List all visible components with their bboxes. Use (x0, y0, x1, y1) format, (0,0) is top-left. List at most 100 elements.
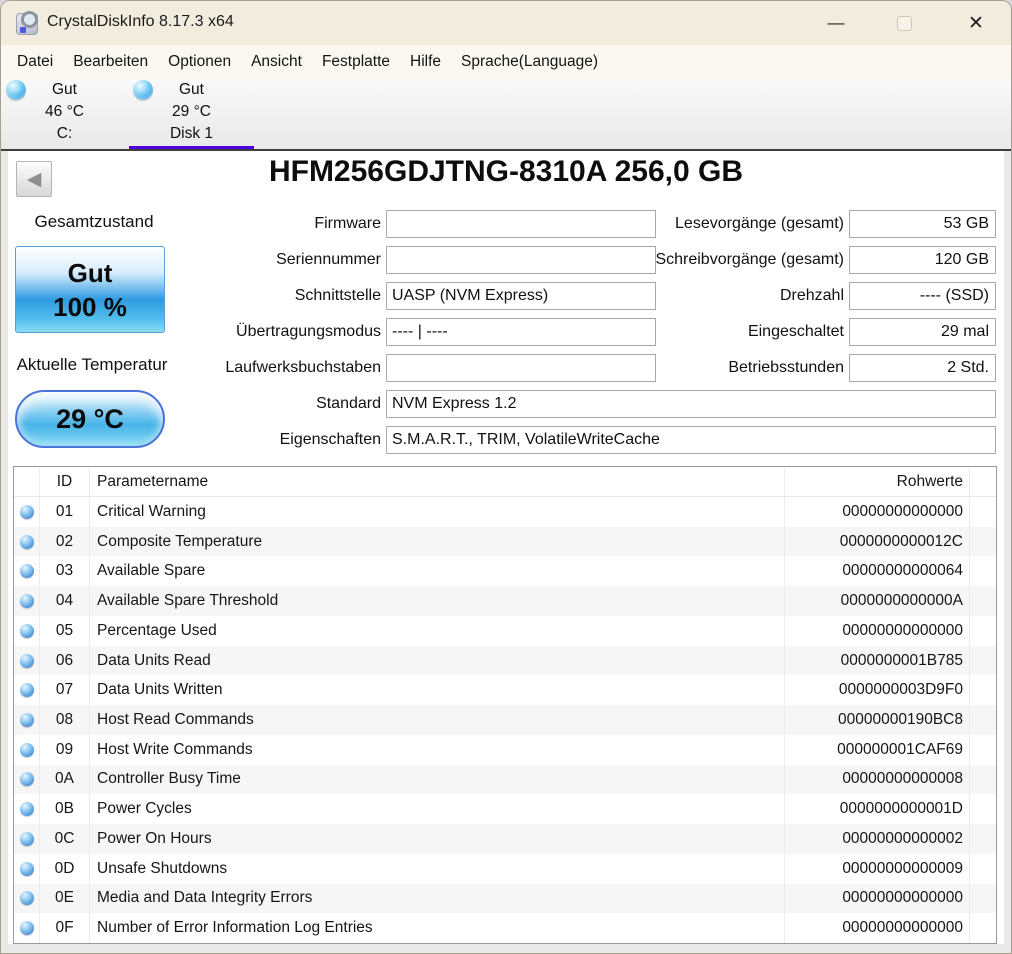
menu-item-bearbeiten[interactable]: Bearbeiten (63, 53, 158, 71)
param-raw: 00000000190BC8 (785, 705, 970, 735)
table-row: 04 Available Spare Threshold 0000000000000… (14, 586, 996, 616)
field-value-box[interactable]: 2 Std. (849, 354, 996, 382)
param-id: 08 (40, 705, 90, 735)
drive-tab-c[interactable]: Gut 46 °C C: (1, 79, 128, 149)
menu-item-ansicht[interactable]: Ansicht (241, 53, 312, 71)
health-orb-icon (133, 80, 153, 100)
field-value-box[interactable]: 29 mal (849, 318, 996, 346)
param-id: 06 (40, 645, 90, 676)
status-cell (14, 615, 40, 646)
status-orb-icon (19, 742, 34, 757)
filler-cell (970, 824, 996, 854)
param-name: Data Units Read (90, 645, 785, 676)
table-row: 0F Number of Error Information Log Entrie… (14, 913, 996, 943)
status-cell (14, 675, 40, 706)
drive-tab-disk1[interactable]: Gut 29 °C Disk 1 (128, 79, 255, 149)
field-value-box[interactable]: NVM Express 1.2 (386, 390, 996, 418)
health-percent-text: 100 % (53, 291, 127, 322)
status-cell (14, 853, 40, 884)
param-name: Percentage Used (90, 615, 785, 646)
status-orb-icon (19, 653, 34, 668)
param-id: 07 (40, 675, 90, 706)
field-label: Übertragungsmodus (236, 323, 381, 340)
field-value-box[interactable]: 53 GB (849, 210, 996, 238)
field-label: Eigenschaften (279, 431, 381, 448)
health-status-text: Gut (67, 257, 113, 288)
temperature-indicator[interactable]: 29 °C (15, 390, 165, 448)
status-orb-icon (19, 802, 34, 817)
filler-cell (970, 794, 996, 824)
menu-item-datei[interactable]: Datei (7, 53, 63, 71)
menu-bar: Datei Bearbeiten Optionen Ansicht Festplatte… (1, 45, 1011, 79)
table-row: 0A Controller Busy Time 00000000000008 (14, 764, 996, 795)
table-row: 0D Unsafe Shutdowns 00000000000009 (14, 853, 996, 884)
param-name: Number of Error Information Log Entries (90, 913, 785, 943)
menu-item-optionen[interactable]: Optionen (158, 53, 241, 71)
field-label: Lesevorgänge (gesamt) (675, 215, 844, 232)
field-value-box[interactable]: ---- (SSD) (849, 282, 996, 310)
table-row: 08 Host Read Commands 00000000190BC8 (14, 705, 996, 735)
crystaldiskinfo-window: CrystalDiskInfo 8.17.3 x64 — ✕ Datei Bear… (0, 0, 1012, 954)
maximize-icon (896, 15, 912, 31)
field-value-box[interactable] (386, 210, 656, 238)
filler-cell (970, 616, 996, 646)
param-raw: 0000000003D9F0 (785, 675, 970, 706)
status-orb-icon (19, 831, 34, 846)
param-raw: 0000000000001D (785, 794, 970, 825)
field-label: Schnittstelle (294, 287, 381, 304)
param-id: 01 (40, 497, 90, 527)
status-cell (14, 913, 40, 943)
param-id: 04 (40, 586, 90, 616)
table-row: 0E Media and Data Integrity Errors 0000000… (14, 883, 996, 914)
health-orb-icon (6, 80, 26, 100)
param-raw: 00000000000064 (785, 556, 970, 587)
table-row: 0C Power On Hours 00000000000002 (14, 824, 996, 854)
param-id: 0C (40, 824, 90, 854)
status-cell (14, 497, 40, 527)
param-raw: 00000000000002 (785, 824, 970, 854)
status-cell (14, 556, 40, 587)
param-raw: 0000000000000A (785, 586, 970, 616)
health-label: Gesamtzustand (34, 212, 154, 231)
filler-cell (970, 705, 996, 735)
param-raw: 00000000000000 (785, 913, 970, 943)
close-button[interactable]: ✕ (951, 1, 1001, 45)
field-label: Laufwerksbuchstaben (225, 359, 381, 376)
table-row: 03 Available Spare 00000000000064 (14, 556, 996, 587)
field-value-box[interactable]: 120 GB (849, 246, 996, 274)
window-title: CrystalDiskInfo 8.17.3 x64 (47, 13, 234, 30)
param-name: Unsafe Shutdowns (90, 853, 785, 884)
status-cell (14, 705, 40, 735)
temperature-value: 29 °C (56, 403, 124, 434)
maximize-button[interactable] (881, 1, 927, 45)
field-value-box[interactable]: ---- | ---- (386, 318, 656, 346)
parameter-column-header: Parametername (90, 467, 785, 496)
field-label: Eingeschaltet (747, 323, 844, 340)
filler-cell (970, 735, 996, 765)
table-row: 02 Composite Temperature 0000000000012C (14, 526, 996, 557)
field-label: Drehzahl (779, 287, 844, 304)
field-label: Betriebsstunden (728, 359, 844, 376)
smart-table-header: ID Parametername Rohwerte (14, 467, 996, 497)
field-value-box[interactable] (386, 246, 656, 274)
menu-item-hilfe[interactable]: Hilfe (400, 53, 451, 71)
param-raw: 0000000001B785 (785, 645, 970, 676)
health-status-button[interactable]: Gut 100 % (15, 246, 165, 333)
field-value-box[interactable] (386, 354, 656, 382)
field-value-box[interactable]: S.M.A.R.T., TRIM, VolatileWriteCache (386, 426, 996, 454)
param-name: Power On Hours (90, 824, 785, 854)
table-row: 01 Critical Warning 00000000000000 (14, 497, 996, 527)
minimize-button[interactable]: — (813, 1, 859, 45)
menu-item-sprache-language[interactable]: Sprache(Language) (451, 53, 608, 71)
param-name: Media and Data Integrity Errors (90, 883, 785, 914)
filler-cell (970, 556, 996, 586)
field-label: Seriennummer (276, 251, 381, 268)
field-value-box[interactable]: UASP (NVM Express) (386, 282, 656, 310)
status-cell (14, 586, 40, 616)
status-orb-icon (19, 504, 34, 519)
menu-item-festplatte[interactable]: Festplatte (312, 53, 400, 71)
field-label: Standard (316, 395, 381, 412)
status-cell (14, 764, 40, 795)
status-column-header (14, 467, 40, 496)
param-id: 03 (40, 556, 90, 587)
